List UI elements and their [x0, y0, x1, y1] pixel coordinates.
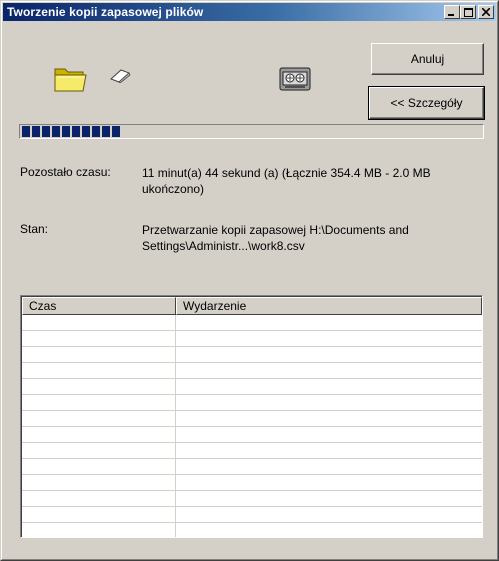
column-header-event[interactable]: Wydarzenie — [176, 297, 482, 315]
cell-time — [22, 363, 176, 378]
details-toggle-button[interactable]: << Szczegóły — [368, 86, 485, 120]
cell-event — [176, 395, 482, 410]
close-button[interactable] — [478, 5, 494, 19]
cell-time — [22, 395, 176, 410]
minimize-button[interactable] — [444, 5, 460, 19]
progress-bar — [19, 124, 484, 139]
table-row[interactable] — [22, 379, 482, 395]
table-row[interactable] — [22, 427, 482, 443]
time-remaining-label: Pozostało czasu: — [20, 165, 111, 179]
title-bar[interactable]: Tworzenie kopii zapasowej plików — [3, 3, 496, 21]
table-row[interactable] — [22, 507, 482, 523]
progress-block — [92, 126, 100, 137]
cell-time — [22, 443, 176, 458]
table-row[interactable] — [22, 459, 482, 475]
folder-icon — [54, 68, 87, 92]
cell-event — [176, 331, 482, 346]
progress-block — [112, 126, 120, 137]
cell-event — [176, 411, 482, 426]
cell-time — [22, 331, 176, 346]
cell-event — [176, 459, 482, 474]
progress-block — [82, 126, 90, 137]
table-row[interactable] — [22, 331, 482, 347]
progress-block — [102, 126, 110, 137]
table-row[interactable] — [22, 347, 482, 363]
cell-event — [176, 379, 482, 394]
table-row[interactable] — [22, 475, 482, 491]
cell-time — [22, 427, 176, 442]
cell-event — [176, 443, 482, 458]
cell-event — [176, 475, 482, 490]
time-remaining-value: 11 minut(a) 44 sekund (a) (Łącznie 354.4… — [142, 166, 431, 196]
cell-event — [176, 507, 482, 522]
cell-time — [22, 507, 176, 522]
cell-event — [176, 427, 482, 442]
state-label: Stan: — [20, 222, 49, 236]
cancel-button[interactable]: Anuluj — [371, 43, 484, 75]
backup-window: Tworzenie kopii zapasowej plików Anuluj … — [0, 0, 499, 561]
table-row[interactable] — [22, 523, 482, 537]
cell-event — [176, 315, 482, 330]
cell-time — [22, 379, 176, 394]
progress-block — [42, 126, 50, 137]
event-log-body — [22, 315, 482, 537]
progress-fill — [22, 126, 120, 137]
cell-time — [22, 411, 176, 426]
table-row[interactable] — [22, 363, 482, 379]
cell-time — [22, 347, 176, 362]
progress-block — [72, 126, 80, 137]
window-title: Tworzenie kopii zapasowej plików — [7, 5, 204, 19]
cell-time — [22, 475, 176, 490]
cell-event — [176, 491, 482, 506]
close-icon — [482, 8, 490, 16]
cell-time — [22, 523, 176, 537]
event-log-header: Czas Wydarzenie — [22, 297, 482, 315]
table-row[interactable] — [22, 395, 482, 411]
progress-block — [52, 126, 60, 137]
cell-event — [176, 523, 482, 537]
progress-block — [32, 126, 40, 137]
table-row[interactable] — [22, 411, 482, 427]
cell-event — [176, 363, 482, 378]
table-row[interactable] — [22, 491, 482, 507]
event-log-frame: Czas Wydarzenie — [21, 296, 482, 537]
cell-event — [176, 347, 482, 362]
cell-time — [22, 459, 176, 474]
table-row[interactable] — [22, 315, 482, 331]
maximize-button[interactable] — [460, 5, 476, 19]
cell-time — [22, 491, 176, 506]
state-value: Przetwarzanie kopii zapasowej H:\Documen… — [142, 223, 409, 253]
paper-icon — [110, 69, 131, 83]
cell-time — [22, 315, 176, 330]
column-header-time[interactable]: Czas — [22, 297, 176, 315]
event-log-list[interactable]: Czas Wydarzenie — [20, 295, 483, 538]
progress-block — [62, 126, 70, 137]
progress-block — [22, 126, 30, 137]
tape-drive-icon — [279, 67, 311, 91]
table-row[interactable] — [22, 443, 482, 459]
